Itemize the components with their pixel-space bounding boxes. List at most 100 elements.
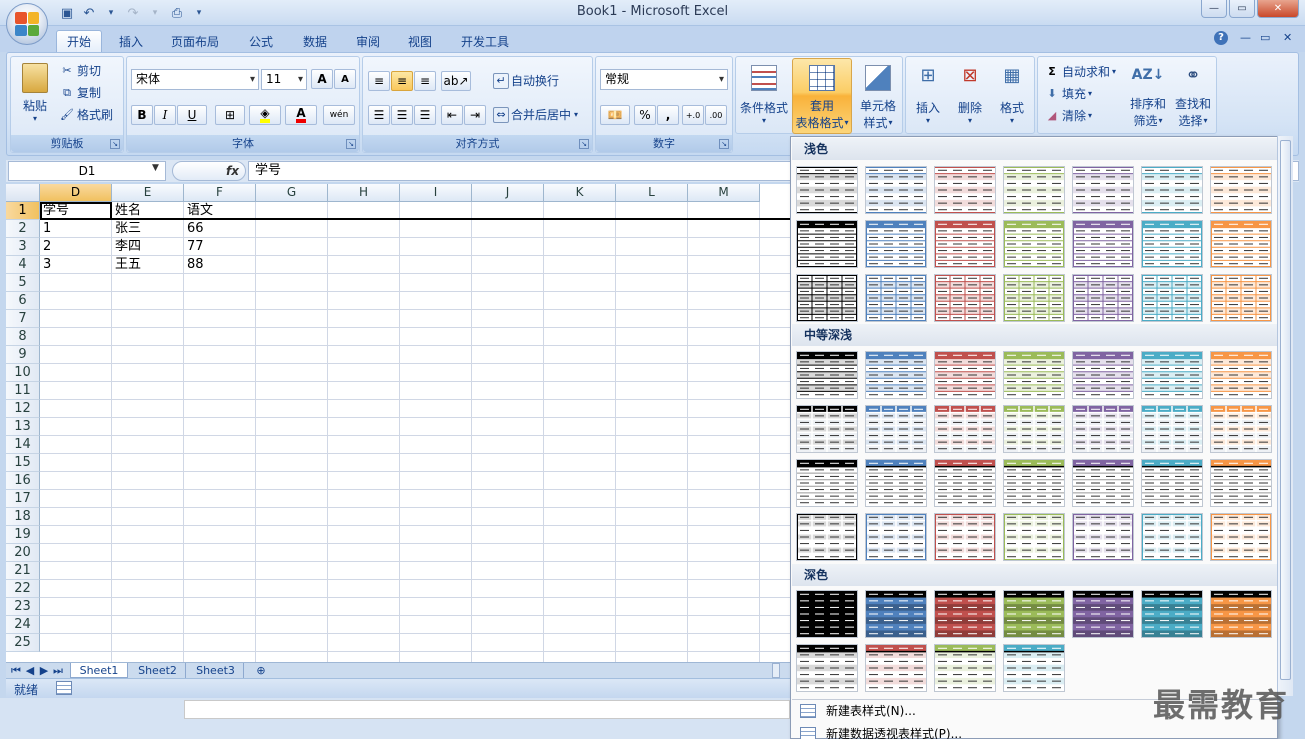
find-select-button[interactable]: ⚭ 查找和 选择 ▾	[1172, 59, 1214, 131]
row-header-6[interactable]: 6	[6, 292, 40, 310]
row-header-1[interactable]: 1	[6, 202, 40, 220]
row-header-16[interactable]: 16	[6, 472, 40, 490]
number-format-combo[interactable]: 常规	[600, 69, 728, 90]
office-button[interactable]	[6, 3, 48, 45]
table-style-medium-19[interactable]	[1072, 459, 1134, 507]
cell-e1[interactable]: 姓名	[112, 202, 184, 220]
table-style-light-9[interactable]	[865, 220, 927, 268]
increase-indent-button[interactable]: ⇥	[464, 105, 486, 125]
table-style-medium-28[interactable]	[1210, 513, 1272, 561]
gallery-scroll-thumb[interactable]	[1280, 140, 1291, 680]
row-header-20[interactable]: 20	[6, 544, 40, 562]
align-left-button[interactable]: ☰	[368, 105, 390, 125]
gallery-scrollbar[interactable]	[1277, 136, 1293, 696]
cell-d4[interactable]: 3	[40, 256, 112, 274]
decrease-indent-button[interactable]: ⇤	[441, 105, 463, 125]
table-style-light-4[interactable]	[1003, 166, 1065, 214]
workbook-restore-icon[interactable]: ▭	[1260, 31, 1270, 44]
table-style-dark-3[interactable]	[934, 590, 996, 638]
row-header-25[interactable]: 25	[6, 634, 40, 652]
table-style-light-16[interactable]	[865, 274, 927, 322]
row-header-18[interactable]: 18	[6, 508, 40, 526]
cut-button[interactable]: ✂ 剪切	[59, 62, 101, 79]
conditional-format-button[interactable]: 条件格式 ▾	[738, 59, 790, 131]
table-style-dark-1[interactable]	[796, 590, 858, 638]
bold-button[interactable]: B	[131, 105, 153, 125]
phonetic-button[interactable]: wén	[323, 105, 355, 125]
column-header-g[interactable]: G	[256, 184, 328, 202]
table-style-medium-21[interactable]	[1210, 459, 1272, 507]
cell-f1[interactable]: 语文	[184, 202, 256, 220]
row-header-2[interactable]: 2	[6, 220, 40, 238]
table-style-dark-2[interactable]	[865, 590, 927, 638]
border-button[interactable]: ⊞	[215, 105, 245, 125]
table-style-medium-26[interactable]	[1072, 513, 1134, 561]
row-header-23[interactable]: 23	[6, 598, 40, 616]
table-style-light-15[interactable]	[796, 274, 858, 322]
font-color-button[interactable]: A	[285, 105, 317, 125]
table-style-medium-7[interactable]	[1210, 351, 1272, 399]
cell-styles-button[interactable]: 单元格 样式 ▾	[854, 59, 902, 131]
table-style-dark-4[interactable]	[1003, 590, 1065, 638]
row-header-17[interactable]: 17	[6, 490, 40, 508]
select-all-corner[interactable]	[6, 184, 40, 202]
sheet-tab-3[interactable]: Sheet3	[188, 663, 244, 678]
row-header-3[interactable]: 3	[6, 238, 40, 256]
close-icon[interactable]: ✕	[1257, 0, 1299, 18]
cell-d3[interactable]: 2	[40, 238, 112, 256]
grow-font-button[interactable]: A	[311, 69, 333, 89]
table-style-dark-5[interactable]	[1072, 590, 1134, 638]
table-style-dark-7[interactable]	[1210, 590, 1272, 638]
table-style-light-10[interactable]	[934, 220, 996, 268]
table-style-medium-6[interactable]	[1141, 351, 1203, 399]
clipboard-launcher-icon[interactable]: ↘	[110, 139, 120, 149]
cell-d1[interactable]: 学号	[40, 202, 112, 220]
row-header-4[interactable]: 4	[6, 256, 40, 274]
table-style-light-8[interactable]	[796, 220, 858, 268]
tab-page-layout[interactable]: 页面布局	[164, 30, 226, 52]
table-style-medium-12[interactable]	[1072, 405, 1134, 453]
table-style-light-20[interactable]	[1141, 274, 1203, 322]
font-size-combo[interactable]: 11	[261, 69, 307, 90]
table-style-medium-16[interactable]	[865, 459, 927, 507]
table-style-light-13[interactable]	[1141, 220, 1203, 268]
tab-formulas[interactable]: 公式	[238, 30, 284, 52]
name-box[interactable]: D1	[8, 161, 166, 181]
help-icon[interactable]: ?	[1214, 31, 1228, 45]
table-style-light-17[interactable]	[934, 274, 996, 322]
table-style-medium-20[interactable]	[1141, 459, 1203, 507]
sheet-tab-1[interactable]: Sheet1	[70, 663, 128, 678]
tab-insert[interactable]: 插入	[108, 30, 154, 52]
table-style-medium-1[interactable]	[796, 351, 858, 399]
align-top-button[interactable]: ≡	[368, 71, 390, 91]
table-style-medium-24[interactable]	[934, 513, 996, 561]
cell-e4[interactable]: 王五	[112, 256, 184, 274]
tab-data[interactable]: 数据	[292, 30, 338, 52]
row-header-15[interactable]: 15	[6, 454, 40, 472]
workbook-close-icon[interactable]: ✕	[1283, 31, 1292, 44]
percent-button[interactable]: %	[634, 105, 656, 125]
column-header-l[interactable]: L	[616, 184, 688, 202]
row-header-21[interactable]: 21	[6, 562, 40, 580]
macro-record-icon[interactable]	[56, 681, 72, 695]
table-style-dark-6[interactable]	[1141, 590, 1203, 638]
table-style-medium-23[interactable]	[865, 513, 927, 561]
merge-center-button[interactable]: ⇔ 合并后居中 ▾	[493, 106, 578, 123]
sort-filter-button[interactable]: AZ↓ 排序和 筛选 ▾	[1128, 59, 1168, 131]
table-style-medium-10[interactable]	[934, 405, 996, 453]
cell-f3[interactable]: 77	[184, 238, 256, 256]
tab-home[interactable]: 开始	[56, 30, 102, 52]
row-header-12[interactable]: 12	[6, 400, 40, 418]
font-launcher-icon[interactable]: ↘	[346, 139, 356, 149]
minimize-icon[interactable]: —	[1201, 0, 1227, 18]
tab-review[interactable]: 审阅	[345, 30, 391, 52]
table-style-light-2[interactable]	[865, 166, 927, 214]
workbook-minimize-icon[interactable]: —	[1240, 31, 1251, 44]
column-header-m[interactable]: M	[688, 184, 760, 202]
row-header-24[interactable]: 24	[6, 616, 40, 634]
table-style-medium-8[interactable]	[796, 405, 858, 453]
row-header-11[interactable]: 11	[6, 382, 40, 400]
align-middle-button[interactable]: ≡	[391, 71, 413, 91]
table-style-dark-8[interactable]	[796, 644, 858, 692]
format-as-table-button[interactable]: 套用 表格格式 ▾	[792, 58, 852, 134]
